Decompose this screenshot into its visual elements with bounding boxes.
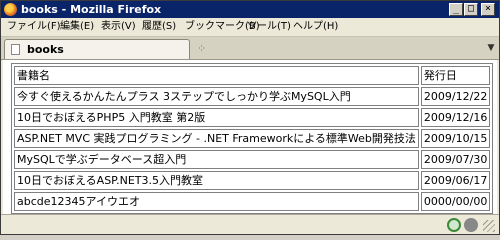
book-date: 2009/06/17 xyxy=(420,171,491,190)
menu-edit[interactable]: 編集(E) xyxy=(60,20,94,34)
title-bar[interactable]: books - Mozilla Firefox _ □ × xyxy=(1,1,499,18)
book-date: 0000/00/00 xyxy=(420,192,491,211)
resize-grip[interactable] xyxy=(483,220,495,232)
books-table: 書籍名 発行日 今すぐ使えるかんたんプラス 3ステップでしっかり学ぶMySQL入… xyxy=(11,63,494,214)
tab-strip: books xyxy=(1,37,499,60)
menu-history[interactable]: 履歴(S) xyxy=(142,20,176,34)
book-date: 2009/07/30 xyxy=(420,150,491,169)
menu-tools[interactable]: ツール(T) xyxy=(247,20,291,34)
header-title: 書籍名 xyxy=(14,66,419,85)
connection-icon[interactable] xyxy=(447,218,461,232)
tab-books[interactable]: books xyxy=(4,39,190,59)
book-title: abcde12345アイウエオ xyxy=(14,192,419,211)
book-date: 2009/12/22 xyxy=(420,87,491,106)
book-title: 10日でおぼえるPHP5 入門教室 第2版 xyxy=(14,108,419,127)
book-title: 今すぐ使えるかんたんプラス 3ステップでしっかり学ぶMySQL入門 xyxy=(14,87,419,106)
book-title: MySQLで学ぶデータベース超入門 xyxy=(14,150,419,169)
minimize-button[interactable]: _ xyxy=(449,3,463,16)
menu-file[interactable]: ファイル(F) xyxy=(7,20,61,34)
book-title: 10日でおぼえるASP.NET3.5入門教室 xyxy=(14,171,419,190)
table-row: abcde12345アイウエオ 0000/00/00 xyxy=(14,192,491,211)
table-row: 10日でおぼえるASP.NET3.5入門教室 2009/06/17 xyxy=(14,171,491,190)
window-title: books - Mozilla Firefox xyxy=(21,3,162,16)
book-title: ASP.NET MVC 実践プログラミング - .NET Frameworkによ… xyxy=(14,129,419,148)
tab-label: books xyxy=(27,43,64,56)
header-date: 発行日 xyxy=(420,66,491,85)
firefox-icon xyxy=(4,3,17,16)
book-date: 2009/12/16 xyxy=(420,108,491,127)
page-content: 書籍名 発行日 今すぐ使えるかんたんプラス 3ステップでしっかり学ぶMySQL入… xyxy=(3,60,497,214)
table-header-row: 書籍名 発行日 xyxy=(14,66,491,85)
table-row: ASP.NET MVC 実践プログラミング - .NET Frameworkによ… xyxy=(14,129,491,148)
table-row: 今すぐ使えるかんたんプラス 3ステップでしっかり学ぶMySQL入門 2009/1… xyxy=(14,87,491,106)
table-row: MySQLで学ぶデータベース超入門 2009/07/30 xyxy=(14,150,491,169)
table-row: 10日でおぼえるPHP5 入門教室 第2版 2009/12/16 xyxy=(14,108,491,127)
menu-view[interactable]: 表示(V) xyxy=(101,20,136,34)
menu-help[interactable]: ヘルプ(H) xyxy=(293,20,338,34)
browser-window: books - Mozilla Firefox _ □ × ファイル(F) 編集… xyxy=(0,0,500,235)
addon-icon[interactable] xyxy=(464,218,478,232)
tab-close-icon[interactable]: ⁘ xyxy=(197,42,206,55)
maximize-button[interactable]: □ xyxy=(464,3,478,16)
page-icon xyxy=(11,44,20,55)
menu-bar: ファイル(F) 編集(E) 表示(V) 履歴(S) ブックマーク(B) ツール(… xyxy=(1,18,499,37)
close-button[interactable]: × xyxy=(481,3,495,16)
status-bar xyxy=(1,214,499,234)
list-all-tabs-icon[interactable]: ▼ xyxy=(485,41,497,55)
book-date: 2009/10/15 xyxy=(420,129,491,148)
